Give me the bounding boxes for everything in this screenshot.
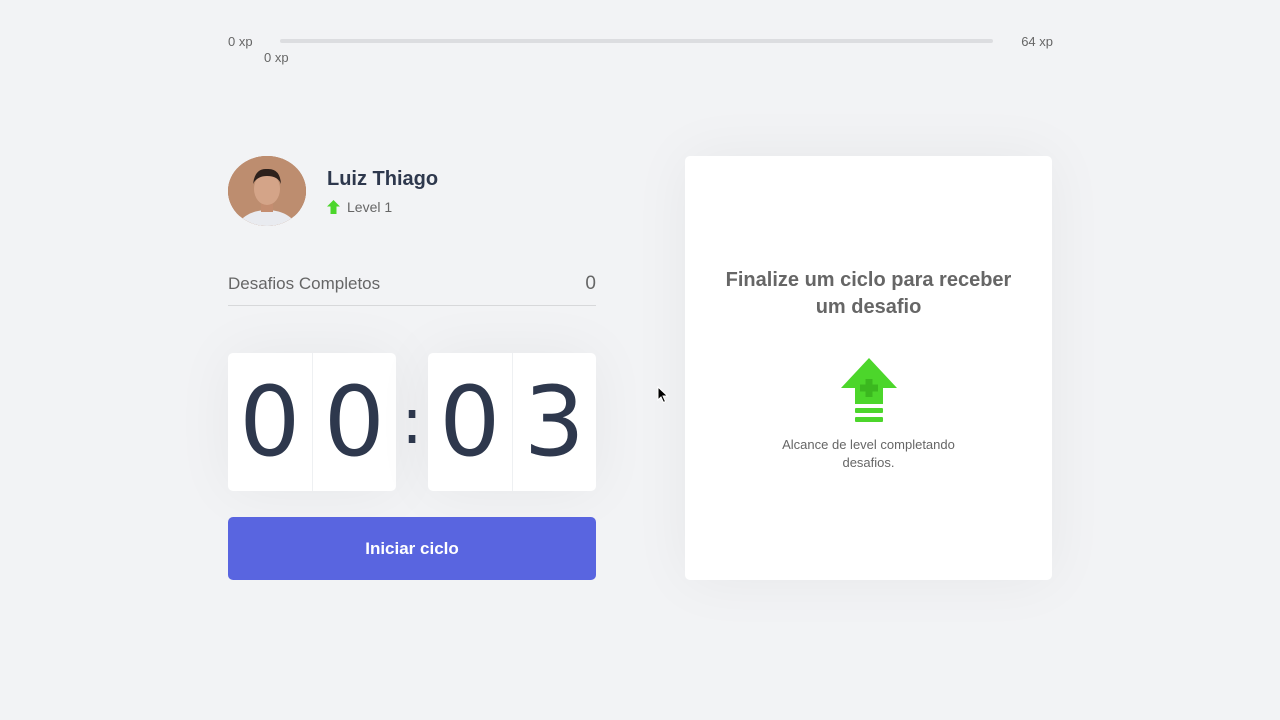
countdown-seconds: 0 3: [428, 353, 596, 491]
level-row: Level 1: [327, 199, 438, 215]
challenge-box-hint: Alcance de level completando desafios.: [782, 437, 955, 470]
completed-challenges-label: Desafios Completos: [228, 273, 381, 293]
start-cycle-button[interactable]: Iniciar ciclo: [228, 517, 596, 580]
minutes-tens-digit: 0: [228, 353, 313, 491]
profile-name: Luiz Thiago: [327, 167, 439, 190]
completed-challenges-count: 0: [585, 272, 596, 294]
seconds-tens-digit: 0: [428, 353, 513, 491]
countdown-minutes: 0 0: [228, 353, 396, 491]
minutes-ones-digit: 0: [323, 366, 385, 478]
xp-min-label: 0 xp: [228, 34, 253, 49]
challenge-box: Finalize um ciclo para receber um desafi…: [685, 156, 1052, 580]
challenge-box-title: Finalize um ciclo para receber um desafi…: [725, 269, 1012, 318]
level-up-arrow-icon: [327, 199, 340, 214]
level-label: Level 1: [347, 198, 393, 215]
countdown-separator: :: [401, 385, 423, 459]
xp-progress-track: [280, 39, 993, 43]
mouse-cursor-icon: [657, 386, 669, 404]
experience-bar: 0 xp 0 xp 64 xp: [228, 32, 1053, 65]
countdown: 0 0 : 0 3: [228, 353, 596, 491]
xp-current-label: 0 xp: [264, 50, 289, 65]
xp-max-label: 64 xp: [1021, 34, 1053, 49]
completed-challenges: Desafios Completos 0: [228, 262, 596, 306]
profile: Luiz Thiago Level 1: [228, 156, 438, 226]
profile-info: Luiz Thiago Level 1: [327, 168, 438, 215]
seconds-ones-digit: 3: [523, 366, 585, 478]
level-up-icon: [840, 358, 897, 422]
avatar-photo: [228, 156, 306, 226]
avatar: [228, 156, 306, 226]
